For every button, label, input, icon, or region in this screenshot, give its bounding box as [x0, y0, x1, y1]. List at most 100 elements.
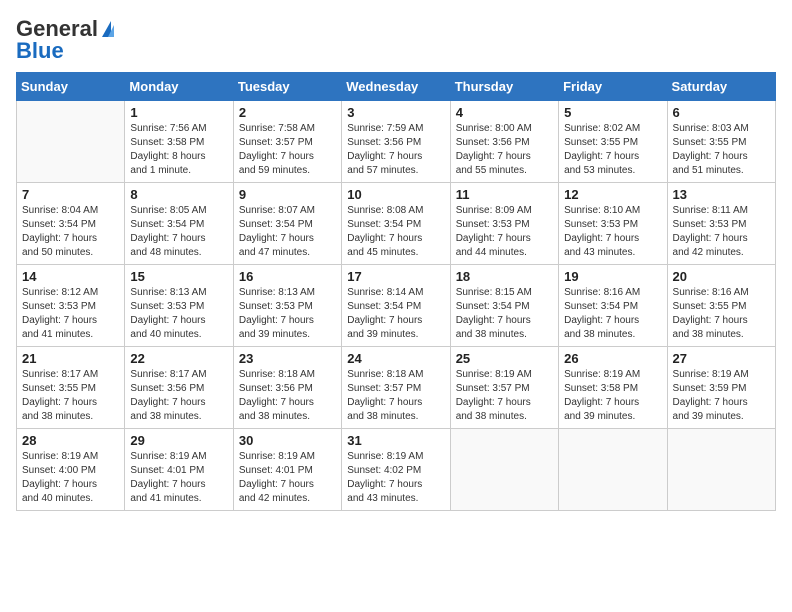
calendar-cell: 14Sunrise: 8:12 AM Sunset: 3:53 PM Dayli…	[17, 265, 125, 347]
calendar-week-row: 28 Sunrise: 8:19 AM Sunset: 4:00 PM Dayli…	[17, 429, 776, 511]
calendar-cell: 6 Sunrise: 8:03 AM Sunset: 3:55 PM Daylig…	[667, 101, 775, 183]
weekday-header-saturday: Saturday	[667, 73, 775, 101]
page-header: General Blue	[16, 16, 776, 64]
day-info: Sunrise: 8:07 AM Sunset: 3:54 PM Dayligh…	[239, 204, 336, 260]
day-info: Sunrise: 8:00 AM Sunset: 3:56 PM Dayligh…	[456, 122, 553, 178]
day-number: 11	[456, 187, 553, 202]
day-info: Sunrise: 8:18 AM Sunset: 3:57 PM Dayligh…	[347, 368, 444, 424]
calendar-cell: 26 Sunrise: 8:19 AM Sunset: 3:58 PM Dayli…	[559, 347, 667, 429]
calendar-cell: 7Sunrise: 8:04 AM Sunset: 3:54 PM Daylig…	[17, 183, 125, 265]
day-number: 4	[456, 105, 553, 120]
day-number: 19	[564, 269, 661, 284]
logo-triangles	[102, 21, 114, 37]
day-number: 5	[564, 105, 661, 120]
day-info: Sunrise: 8:03 AM Sunset: 3:55 PM Dayligh…	[673, 122, 770, 178]
day-info: Sunrise: 7:56 AM Sunset: 3:58 PM Dayligh…	[130, 122, 227, 178]
day-info: Sunrise: 8:10 AM Sunset: 3:53 PM Dayligh…	[564, 204, 661, 260]
day-info: Sunrise: 8:02 AM Sunset: 3:55 PM Dayligh…	[564, 122, 661, 178]
calendar-week-row: 7Sunrise: 8:04 AM Sunset: 3:54 PM Daylig…	[17, 183, 776, 265]
day-number: 12	[564, 187, 661, 202]
day-info: Sunrise: 8:08 AM Sunset: 3:54 PM Dayligh…	[347, 204, 444, 260]
day-info: Sunrise: 7:58 AM Sunset: 3:57 PM Dayligh…	[239, 122, 336, 178]
day-number: 28	[22, 433, 119, 448]
calendar-cell: 29Sunrise: 8:19 AM Sunset: 4:01 PM Dayli…	[125, 429, 233, 511]
day-number: 2	[239, 105, 336, 120]
day-info: Sunrise: 8:19 AM Sunset: 4:01 PM Dayligh…	[130, 450, 227, 506]
calendar-cell	[450, 429, 558, 511]
day-info: Sunrise: 8:13 AM Sunset: 3:53 PM Dayligh…	[130, 286, 227, 342]
calendar-cell: 4 Sunrise: 8:00 AM Sunset: 3:56 PM Daylig…	[450, 101, 558, 183]
day-number: 18	[456, 269, 553, 284]
calendar-cell: 21Sunrise: 8:17 AM Sunset: 3:55 PM Dayli…	[17, 347, 125, 429]
calendar-cell: 10 Sunrise: 8:08 AM Sunset: 3:54 PM Dayli…	[342, 183, 450, 265]
day-info: Sunrise: 8:04 AM Sunset: 3:54 PM Dayligh…	[22, 204, 119, 260]
calendar-cell: 19 Sunrise: 8:16 AM Sunset: 3:54 PM Dayli…	[559, 265, 667, 347]
calendar-cell: 31 Sunrise: 8:19 AM Sunset: 4:02 PM Dayli…	[342, 429, 450, 511]
weekday-header-tuesday: Tuesday	[233, 73, 341, 101]
day-info: Sunrise: 8:17 AM Sunset: 3:55 PM Dayligh…	[22, 368, 119, 424]
calendar-week-row: 1 Sunrise: 7:56 AM Sunset: 3:58 PM Daylig…	[17, 101, 776, 183]
day-number: 25	[456, 351, 553, 366]
day-number: 10	[347, 187, 444, 202]
day-number: 22	[130, 351, 227, 366]
day-number: 17	[347, 269, 444, 284]
day-info: Sunrise: 8:11 AM Sunset: 3:53 PM Dayligh…	[673, 204, 770, 260]
day-info: Sunrise: 8:19 AM Sunset: 3:57 PM Dayligh…	[456, 368, 553, 424]
day-info: Sunrise: 8:16 AM Sunset: 3:54 PM Dayligh…	[564, 286, 661, 342]
calendar-cell: 1 Sunrise: 7:56 AM Sunset: 3:58 PM Daylig…	[125, 101, 233, 183]
day-number: 1	[130, 105, 227, 120]
calendar-cell	[667, 429, 775, 511]
day-number: 27	[673, 351, 770, 366]
calendar-week-row: 14Sunrise: 8:12 AM Sunset: 3:53 PM Dayli…	[17, 265, 776, 347]
day-number: 16	[239, 269, 336, 284]
day-number: 3	[347, 105, 444, 120]
day-number: 9	[239, 187, 336, 202]
day-number: 8	[130, 187, 227, 202]
day-number: 15	[130, 269, 227, 284]
day-number: 13	[673, 187, 770, 202]
calendar-cell: 9 Sunrise: 8:07 AM Sunset: 3:54 PM Daylig…	[233, 183, 341, 265]
day-number: 24	[347, 351, 444, 366]
calendar-cell: 23 Sunrise: 8:18 AM Sunset: 3:56 PM Dayli…	[233, 347, 341, 429]
day-info: Sunrise: 8:17 AM Sunset: 3:56 PM Dayligh…	[130, 368, 227, 424]
day-info: Sunrise: 8:18 AM Sunset: 3:56 PM Dayligh…	[239, 368, 336, 424]
day-info: Sunrise: 8:05 AM Sunset: 3:54 PM Dayligh…	[130, 204, 227, 260]
day-number: 20	[673, 269, 770, 284]
day-number: 23	[239, 351, 336, 366]
calendar-cell: 17Sunrise: 8:14 AM Sunset: 3:54 PM Dayli…	[342, 265, 450, 347]
day-number: 6	[673, 105, 770, 120]
calendar-cell: 11 Sunrise: 8:09 AM Sunset: 3:53 PM Dayli…	[450, 183, 558, 265]
calendar-week-row: 21Sunrise: 8:17 AM Sunset: 3:55 PM Dayli…	[17, 347, 776, 429]
weekday-header-thursday: Thursday	[450, 73, 558, 101]
calendar-cell: 15 Sunrise: 8:13 AM Sunset: 3:53 PM Dayli…	[125, 265, 233, 347]
day-info: Sunrise: 7:59 AM Sunset: 3:56 PM Dayligh…	[347, 122, 444, 178]
day-number: 30	[239, 433, 336, 448]
calendar-cell: 22 Sunrise: 8:17 AM Sunset: 3:56 PM Dayli…	[125, 347, 233, 429]
day-info: Sunrise: 8:19 AM Sunset: 4:02 PM Dayligh…	[347, 450, 444, 506]
day-number: 26	[564, 351, 661, 366]
calendar-cell	[17, 101, 125, 183]
calendar-cell: 16 Sunrise: 8:13 AM Sunset: 3:53 PM Dayli…	[233, 265, 341, 347]
weekday-header-monday: Monday	[125, 73, 233, 101]
day-info: Sunrise: 8:16 AM Sunset: 3:55 PM Dayligh…	[673, 286, 770, 342]
day-info: Sunrise: 8:19 AM Sunset: 4:00 PM Dayligh…	[22, 450, 119, 506]
day-info: Sunrise: 8:19 AM Sunset: 3:58 PM Dayligh…	[564, 368, 661, 424]
calendar-cell: 5 Sunrise: 8:02 AM Sunset: 3:55 PM Daylig…	[559, 101, 667, 183]
logo-triangle-light	[108, 25, 114, 37]
calendar-cell	[559, 429, 667, 511]
day-info: Sunrise: 8:09 AM Sunset: 3:53 PM Dayligh…	[456, 204, 553, 260]
calendar-cell: 25 Sunrise: 8:19 AM Sunset: 3:57 PM Dayli…	[450, 347, 558, 429]
day-info: Sunrise: 8:13 AM Sunset: 3:53 PM Dayligh…	[239, 286, 336, 342]
day-number: 14	[22, 269, 119, 284]
calendar-cell: 12 Sunrise: 8:10 AM Sunset: 3:53 PM Dayli…	[559, 183, 667, 265]
calendar-cell: 27 Sunrise: 8:19 AM Sunset: 3:59 PM Dayli…	[667, 347, 775, 429]
calendar-cell: 24 Sunrise: 8:18 AM Sunset: 3:57 PM Dayli…	[342, 347, 450, 429]
weekday-header-row: SundayMondayTuesdayWednesdayThursdayFrid…	[17, 73, 776, 101]
calendar-cell: 2 Sunrise: 7:58 AM Sunset: 3:57 PM Daylig…	[233, 101, 341, 183]
day-info: Sunrise: 8:19 AM Sunset: 3:59 PM Dayligh…	[673, 368, 770, 424]
weekday-header-sunday: Sunday	[17, 73, 125, 101]
day-number: 31	[347, 433, 444, 448]
calendar-cell: 18Sunrise: 8:15 AM Sunset: 3:54 PM Dayli…	[450, 265, 558, 347]
calendar-table: SundayMondayTuesdayWednesdayThursdayFrid…	[16, 72, 776, 511]
calendar-cell: 30Sunrise: 8:19 AM Sunset: 4:01 PM Dayli…	[233, 429, 341, 511]
